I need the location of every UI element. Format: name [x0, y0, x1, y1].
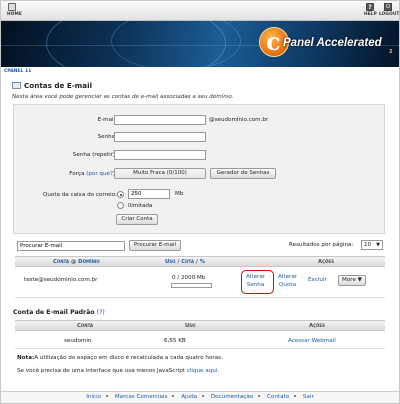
globe-arc-decoration — [111, 21, 241, 67]
quota-limited-radio[interactable] — [117, 191, 124, 198]
unlimited-label: Ilimitada — [128, 203, 153, 209]
password-label: Senha: — [97, 134, 117, 140]
accounts-table-header: Conta @ Domínio Uso / Cota / % Ações — [15, 256, 385, 267]
page-intro: Nesta área você pode gerenciar as contas… — [12, 94, 234, 100]
table-row-usage: 0 / 2000 Mb — [172, 275, 206, 281]
create-account-button[interactable]: Criar Conta — [116, 214, 158, 225]
column-header-usage[interactable]: Uso / Cota / % — [165, 259, 205, 265]
separator-dot — [172, 395, 175, 397]
help-link[interactable]: ? HELP — [364, 3, 377, 17]
per-page-label: Resultados por página: — [289, 242, 354, 248]
table-row-account: teste@seudominio.com.br — [24, 277, 98, 283]
per-page-value: 10 — [364, 242, 372, 248]
email-label: E-mail: — [97, 117, 117, 123]
search-button[interactable]: Procurar E-mail — [129, 240, 181, 251]
logout-icon: ⏻ — [384, 3, 392, 11]
cpanel-logo-text: Panel Accelerated — [283, 37, 382, 49]
page-title: Contas de E-mail — [12, 81, 92, 90]
password-repeat-field[interactable] — [114, 150, 206, 160]
footer-link-contato[interactable]: Contato — [267, 394, 289, 400]
top-toolbar: HOME ? HELP ⏻ LOGOUT — [1, 1, 399, 21]
change-quota-link[interactable]: Alterar Quota — [278, 273, 297, 289]
footer-link-marcas[interactable]: Marcas Comerciais — [115, 394, 168, 400]
email-field[interactable] — [114, 115, 206, 125]
sort-usage-link[interactable]: Uso — [165, 259, 176, 265]
usage-progress-bar — [171, 283, 212, 288]
separator-dot — [294, 395, 297, 397]
default-account-title: Conta de E-mail Padrão (?) — [13, 309, 105, 316]
quota-unit: Mb — [175, 191, 184, 197]
sort-account-link[interactable]: Conta — [53, 259, 69, 265]
column-header-actions: Ações — [309, 323, 326, 329]
low-js-note: Se você precisa de uma interface que usa… — [17, 368, 220, 374]
password-field[interactable] — [114, 132, 206, 142]
home-icon — [8, 3, 16, 11]
column-header-account: Conta — [77, 323, 94, 329]
quota-unlimited-radio[interactable] — [117, 202, 124, 209]
footer-link-ajuda[interactable]: Ajuda — [181, 394, 197, 400]
breadcrumb-link[interactable]: CPANEL 11 — [4, 69, 31, 74]
strength-why-link[interactable]: (por que?) — [86, 171, 115, 177]
column-header-account[interactable]: Conta @ Domínio — [53, 259, 100, 265]
domain-suffix: @seudominio.com.br — [209, 117, 269, 123]
default-account-name: seudomin — [64, 338, 92, 344]
create-account-form: E-mail: @seudominio.com.br Senha: Senha … — [13, 104, 385, 234]
help-label: HELP — [364, 12, 377, 17]
help-icon: ? — [366, 3, 374, 11]
per-page-select[interactable]: 10 ▼ — [361, 240, 383, 250]
quota-field[interactable] — [128, 189, 170, 199]
more-button[interactable]: More ▼ — [338, 275, 366, 286]
logout-label: LOGOUT — [379, 12, 400, 17]
strength-row-label: Força (por que?): — [14, 171, 117, 177]
column-header-usage: Uso — [185, 323, 196, 329]
search-input[interactable] — [17, 241, 125, 251]
sort-quota-link[interactable]: Cota — [181, 259, 194, 265]
mail-icon — [12, 82, 21, 89]
cpanel-banner: c Panel Accelerated 2 — [1, 21, 399, 67]
quota-label: Quota da caixa do correio: — [42, 192, 117, 198]
footer-link-sair[interactable]: Sair — [303, 394, 314, 400]
default-account-help-link[interactable]: (?) — [97, 309, 105, 316]
default-account-table-header: Conta Uso Ações — [15, 320, 385, 331]
logout-link[interactable]: ⏻ LOGOUT — [379, 3, 400, 17]
footer-link-inicio[interactable]: Início — [86, 394, 101, 400]
cpanel-logo-glyph: c — [266, 27, 281, 56]
table-divider — [15, 348, 385, 349]
home-link[interactable]: HOME — [7, 3, 22, 17]
password-strength-meter: Muito Fraca (0/100) — [114, 168, 206, 179]
change-password-link[interactable]: Alterar Senha — [246, 273, 265, 289]
table-divider — [15, 297, 385, 298]
home-label: HOME — [7, 12, 22, 17]
sort-percent-link[interactable]: % — [200, 259, 205, 265]
footer-nav: Início Marcas Comerciais Ajuda Documenta… — [1, 391, 399, 403]
delete-link[interactable]: Excluir — [308, 277, 327, 283]
breadcrumb[interactable]: CPANEL 11 — [4, 69, 31, 74]
footer-link-documentacao[interactable]: Documentação — [211, 394, 253, 400]
cpanel-logo-version: 2 — [389, 49, 393, 55]
password-generator-button[interactable]: Gerador de Senhas — [210, 168, 276, 179]
access-webmail-link[interactable]: Acessar Webmail — [288, 338, 336, 344]
default-account-usage: 6,55 KB — [164, 338, 186, 344]
strength-label: Força — [69, 171, 85, 177]
column-header-actions: Ações — [318, 259, 335, 265]
page-title-text: Contas de E-mail — [24, 81, 93, 90]
separator-dot — [258, 395, 261, 397]
low-js-link[interactable]: clique aqui. — [187, 368, 219, 374]
separator-dot — [202, 395, 205, 397]
disk-note: Nota:A utilização do espaço em disco é r… — [17, 355, 223, 361]
separator-dot — [106, 395, 109, 397]
chevron-down-icon: ▼ — [376, 242, 380, 248]
sort-domain-link[interactable]: Domínio — [78, 259, 100, 265]
password-repeat-label: Senha (repetir): — [72, 152, 117, 158]
